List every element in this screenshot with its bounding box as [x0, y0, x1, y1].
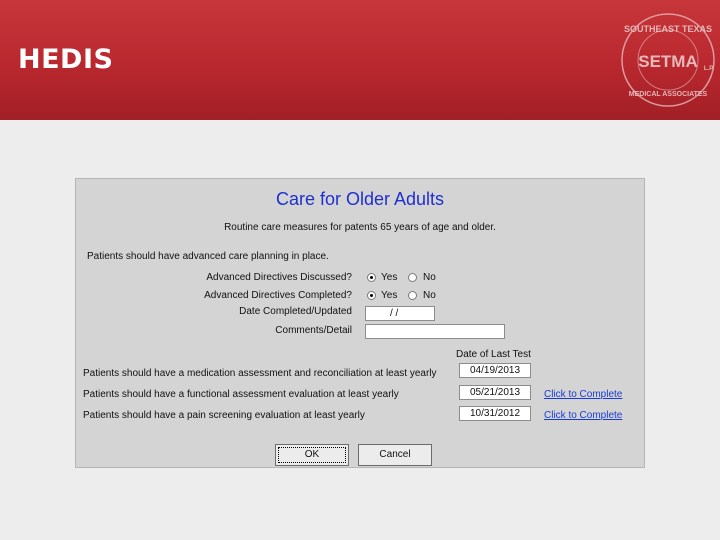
comments-input[interactable]	[365, 324, 505, 339]
advanced-discussed-no-label: No	[423, 272, 436, 283]
advanced-completed-yes-radio[interactable]	[367, 291, 376, 300]
advanced-completed-label: Advanced Directives Completed?	[204, 290, 352, 301]
form-title: Care for Older Adults	[275, 189, 445, 209]
last-test-header: Date of Last Test	[456, 349, 531, 360]
care-for-older-adults-form: Care for Older Adults Routine care measu…	[75, 178, 645, 468]
advanced-discussed-label: Advanced Directives Discussed?	[206, 272, 352, 283]
cancel-button[interactable]: Cancel	[358, 444, 432, 466]
advanced-discussed-yes-radio[interactable]	[367, 273, 376, 282]
planning-heading: Patients should have advanced care plann…	[87, 251, 329, 262]
pain-screening-date[interactable]: 10/31/2012	[459, 406, 531, 421]
medication-assessment-date[interactable]: 04/19/2013	[459, 363, 531, 378]
pain-screening-text: Patients should have a pain screening ev…	[83, 410, 365, 421]
date-completed-label: Date Completed/Updated	[239, 306, 352, 317]
form-subtitle: Routine care measures for patents 65 yea…	[224, 222, 496, 233]
logo-bottom-text: MEDICAL ASSOCIATES	[629, 91, 708, 98]
functional-assessment-text: Patients should have a functional assess…	[83, 389, 399, 400]
advanced-completed-no-radio[interactable]	[408, 291, 417, 300]
slide-title: HEDIS	[18, 44, 114, 75]
slide-header: HEDIS SOUTHEAST TEXAS SETMA MEDICAL ASSO…	[0, 0, 720, 120]
functional-assessment-date[interactable]: 05/21/2013	[459, 385, 531, 400]
advanced-completed-no-label: No	[423, 290, 436, 301]
functional-assessment-complete-link[interactable]: Click to Complete	[544, 389, 622, 400]
advanced-completed-yes-label: Yes	[381, 290, 398, 301]
advanced-discussed-yes-label: Yes	[381, 272, 398, 283]
setma-logo: SOUTHEAST TEXAS SETMA MEDICAL ASSOCIATES…	[621, 13, 715, 107]
date-completed-input[interactable]: / /	[365, 306, 435, 321]
comments-label: Comments/Detail	[275, 325, 352, 336]
pain-screening-complete-link[interactable]: Click to Complete	[544, 410, 622, 421]
logo-top-text: SOUTHEAST TEXAS	[624, 24, 712, 34]
logo-center-text: SETMA	[638, 52, 698, 71]
logo-suffix-text: L.P.	[704, 66, 715, 72]
advanced-discussed-no-radio[interactable]	[408, 273, 417, 282]
ok-button[interactable]: OK	[275, 444, 349, 466]
medication-assessment-text: Patients should have a medication assess…	[83, 368, 437, 379]
